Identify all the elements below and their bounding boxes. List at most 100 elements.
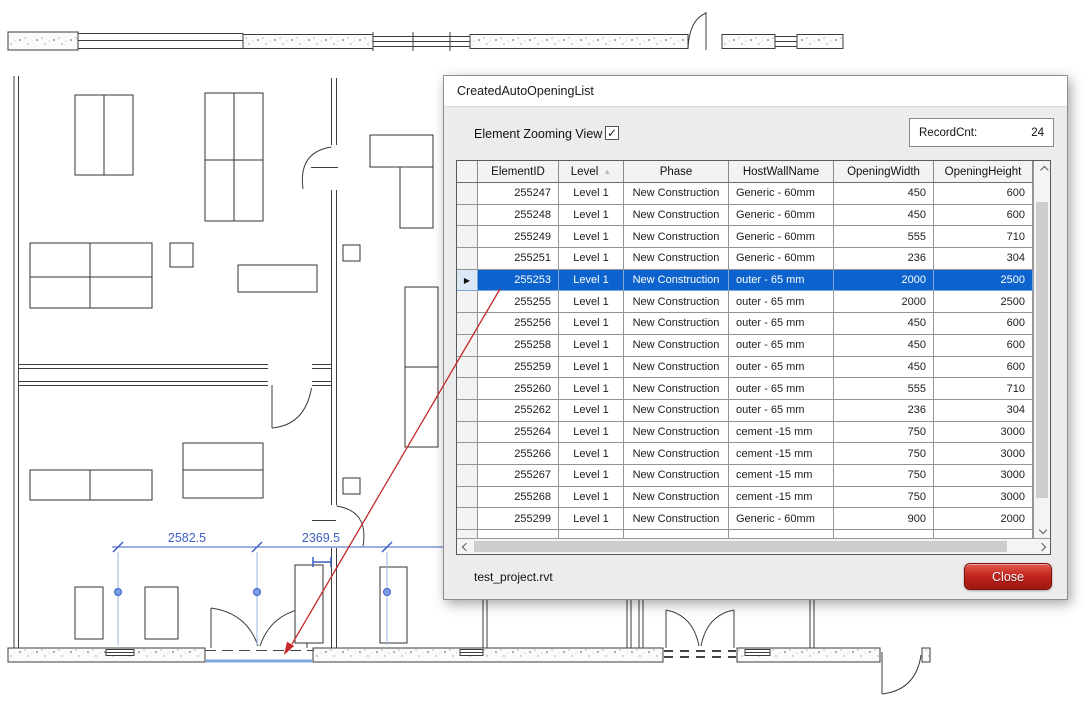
cell-width[interactable]: 900: [834, 508, 934, 530]
table-row[interactable]: 255262Level 1New Constructionouter - 65 …: [457, 400, 1033, 422]
table-row[interactable]: 255247Level 1New ConstructionGeneric - 6…: [457, 183, 1033, 205]
cell-height[interactable]: 304: [934, 248, 1033, 270]
cell-width[interactable]: 236: [834, 400, 934, 422]
cell-phase[interactable]: New Construction: [624, 248, 729, 270]
element-zooming-checkbox[interactable]: ✓: [605, 126, 619, 140]
cell-width[interactable]: 555: [834, 378, 934, 400]
cell-height[interactable]: 3000: [934, 422, 1033, 444]
cell-level[interactable]: Level 1: [559, 248, 624, 270]
cell-height[interactable]: 2500: [934, 291, 1033, 313]
cell-width[interactable]: 236: [834, 248, 934, 270]
cell-level[interactable]: Level 1: [559, 443, 624, 465]
cell-level[interactable]: Level 1: [559, 291, 624, 313]
vertical-scrollbar-thumb[interactable]: [1036, 202, 1048, 498]
cell-width[interactable]: 450: [834, 205, 934, 227]
cell-host[interactable]: cement -15 mm: [729, 443, 834, 465]
table-row-selected[interactable]: ▶255253Level 1New Constructionouter - 65…: [457, 270, 1033, 292]
cell-phase[interactable]: New Construction: [624, 378, 729, 400]
column-header-id[interactable]: ElementID: [478, 161, 559, 183]
close-button[interactable]: Close: [964, 563, 1052, 590]
cell-width[interactable]: 450: [834, 313, 934, 335]
cell-phase[interactable]: New Construction: [624, 335, 729, 357]
cell-height[interactable]: 600: [934, 335, 1033, 357]
cell-id[interactable]: 255247: [478, 183, 559, 205]
cell-id[interactable]: 255262: [478, 400, 559, 422]
cell-height[interactable]: 304: [934, 400, 1033, 422]
cell-level[interactable]: Level 1: [559, 226, 624, 248]
cell-id[interactable]: 255268: [478, 487, 559, 509]
horizontal-scrollbar-thumb[interactable]: [474, 541, 1007, 552]
cell-height[interactable]: 600: [934, 205, 1033, 227]
cell-phase[interactable]: New Construction: [624, 183, 729, 205]
cell-phase[interactable]: New Construction: [624, 270, 729, 292]
cell-level[interactable]: Level 1: [559, 313, 624, 335]
cell-phase[interactable]: New Construction: [624, 226, 729, 248]
cell-host[interactable]: outer - 65 mm: [729, 357, 834, 379]
cell-level[interactable]: Level 1: [559, 487, 624, 509]
cell-width[interactable]: 450: [834, 183, 934, 205]
cell-width[interactable]: 450: [834, 357, 934, 379]
cell-level[interactable]: Level 1: [559, 357, 624, 379]
cell-width[interactable]: 450: [834, 335, 934, 357]
cell-host[interactable]: Generic - 60mm: [729, 205, 834, 227]
table-row[interactable]: 255256Level 1New Constructionouter - 65 …: [457, 313, 1033, 335]
cell-host[interactable]: cement -15 mm: [729, 422, 834, 444]
cell-id[interactable]: 255258: [478, 335, 559, 357]
cell-id[interactable]: 255255: [478, 291, 559, 313]
cell-phase[interactable]: New Construction: [624, 400, 729, 422]
cell-height[interactable]: 2500: [934, 270, 1033, 292]
cell-phase[interactable]: New Construction: [624, 291, 729, 313]
cell-level[interactable]: Level 1: [559, 183, 624, 205]
cell-phase[interactable]: New Construction: [624, 465, 729, 487]
cell-level[interactable]: Level 1: [559, 400, 624, 422]
table-row[interactable]: 255249Level 1New ConstructionGeneric - 6…: [457, 226, 1033, 248]
table-row[interactable]: 255268Level 1New Constructioncement -15 …: [457, 487, 1033, 509]
table-row[interactable]: 255248Level 1New ConstructionGeneric - 6…: [457, 205, 1033, 227]
cell-id[interactable]: 255264: [478, 422, 559, 444]
cell-width[interactable]: 750: [834, 443, 934, 465]
cell-id[interactable]: 255248: [478, 205, 559, 227]
dialog-titlebar[interactable]: CreatedAutoOpeningList: [444, 76, 1067, 107]
table-row[interactable]: 255255Level 1New Constructionouter - 65 …: [457, 291, 1033, 313]
cell-host[interactable]: outer - 65 mm: [729, 400, 834, 422]
column-header-height[interactable]: OpeningHeight: [934, 161, 1033, 183]
cell-host[interactable]: Generic - 60mm: [729, 508, 834, 530]
cell-host[interactable]: cement -15 mm: [729, 465, 834, 487]
cell-id[interactable]: 255249: [478, 226, 559, 248]
cell-phase[interactable]: New Construction: [624, 508, 729, 530]
cell-height[interactable]: 600: [934, 313, 1033, 335]
cell-level[interactable]: Level 1: [559, 465, 624, 487]
cell-host[interactable]: Generic - 60mm: [729, 183, 834, 205]
table-row[interactable]: 255251Level 1New ConstructionGeneric - 6…: [457, 248, 1033, 270]
cell-height[interactable]: 3000: [934, 443, 1033, 465]
scroll-up-button[interactable]: [1034, 161, 1051, 178]
cell-host[interactable]: outer - 65 mm: [729, 313, 834, 335]
scroll-right-button[interactable]: [1033, 539, 1050, 555]
cell-width[interactable]: 555: [834, 226, 934, 248]
table-row[interactable]: 255259Level 1New Constructionouter - 65 …: [457, 357, 1033, 379]
column-header-host[interactable]: HostWallName: [729, 161, 834, 183]
cell-host[interactable]: Generic - 60mm: [729, 226, 834, 248]
scroll-down-button[interactable]: [1034, 521, 1051, 538]
cell-width[interactable]: 750: [834, 465, 934, 487]
cell-level[interactable]: Level 1: [559, 335, 624, 357]
cell-id[interactable]: 255267: [478, 465, 559, 487]
table-row[interactable]: 255266Level 1New Constructioncement -15 …: [457, 443, 1033, 465]
cell-host[interactable]: outer - 65 mm: [729, 270, 834, 292]
cell-width[interactable]: 2000: [834, 291, 934, 313]
cell-phase[interactable]: New Construction: [624, 357, 729, 379]
table-row[interactable]: 255258Level 1New Constructionouter - 65 …: [457, 335, 1033, 357]
cell-level[interactable]: Level 1: [559, 378, 624, 400]
table-row[interactable]: 255299Level 1New ConstructionGeneric - 6…: [457, 508, 1033, 530]
cell-height[interactable]: 2000: [934, 508, 1033, 530]
cell-host[interactable]: outer - 65 mm: [729, 291, 834, 313]
cell-level[interactable]: Level 1: [559, 508, 624, 530]
cell-level[interactable]: Level 1: [559, 422, 624, 444]
cell-height[interactable]: 600: [934, 357, 1033, 379]
cell-id[interactable]: 255260: [478, 378, 559, 400]
cell-width[interactable]: 750: [834, 422, 934, 444]
cell-width[interactable]: 2000: [834, 270, 934, 292]
scroll-left-button[interactable]: [457, 539, 474, 555]
cell-level[interactable]: Level 1: [559, 270, 624, 292]
column-header-phase[interactable]: Phase: [624, 161, 729, 183]
